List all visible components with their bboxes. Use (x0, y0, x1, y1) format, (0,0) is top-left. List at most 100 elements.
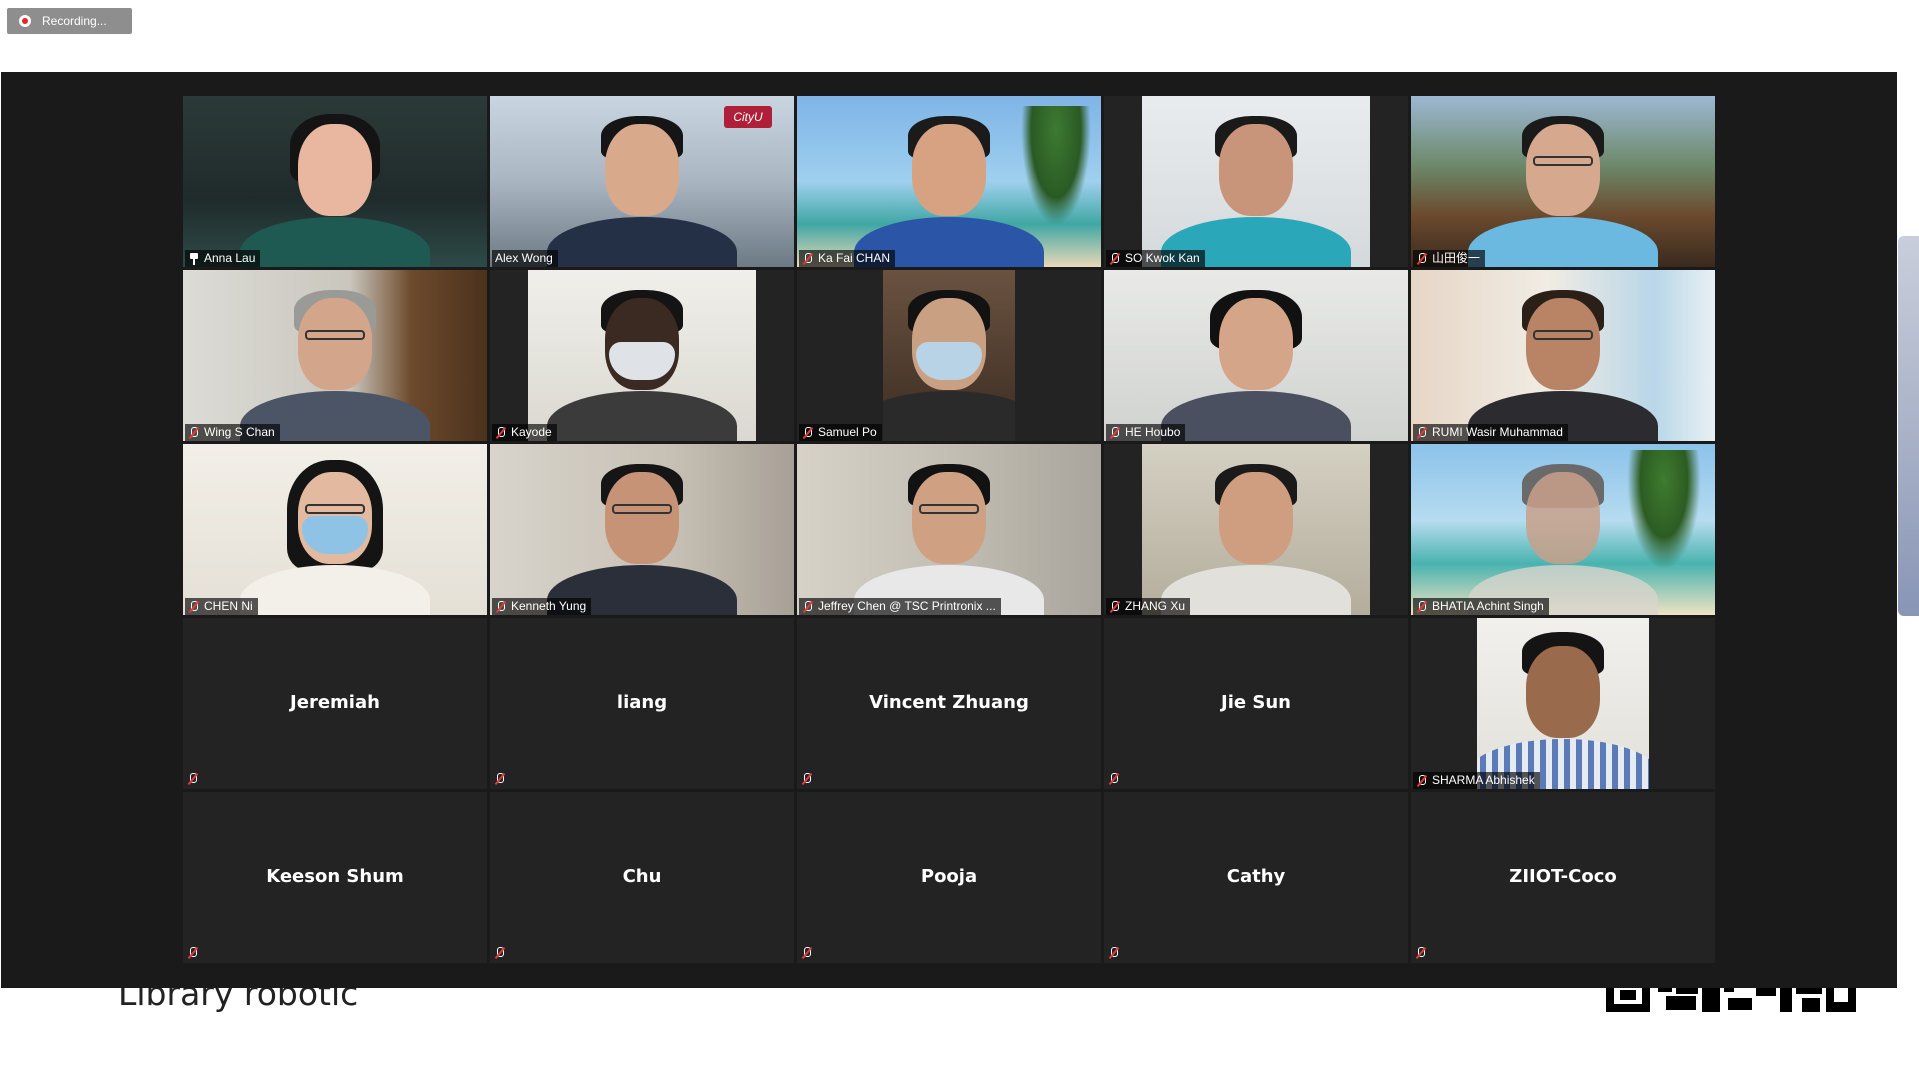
mic-muted-icon (495, 600, 507, 613)
participant-tile[interactable]: Ka Fai CHAN (797, 96, 1101, 267)
mic-muted-icon (801, 773, 813, 785)
participant-tile[interactable]: Pooja (797, 792, 1101, 963)
participant-name-tag: Ka Fai CHAN (799, 250, 896, 267)
participant-video (1477, 618, 1649, 789)
participant-name: Ka Fai CHAN (818, 251, 891, 265)
participant-video (1411, 270, 1715, 441)
participant-name: CHEN Ni (204, 599, 253, 613)
mic-muted-icon (1109, 600, 1121, 613)
mic-muted-icon (801, 947, 813, 959)
participant-tile[interactable]: liang (490, 618, 794, 789)
mic-muted-icon (1109, 426, 1121, 439)
participant-video (1142, 96, 1370, 267)
participant-video: CityU (490, 96, 794, 267)
participant-video (1411, 96, 1715, 267)
participant-video (883, 270, 1015, 441)
participant-name: Wing S Chan (204, 425, 275, 439)
recording-label: Recording... (42, 14, 107, 28)
participant-display-name: liang (616, 692, 668, 713)
participant-name-tag: ZHANG Xu (1106, 598, 1191, 615)
participant-name-tag: CHEN Ni (185, 598, 258, 615)
participant-tile[interactable]: Anna Lau (183, 96, 487, 267)
participant-name-tag: SHARMA Abhishek (1413, 772, 1540, 789)
participant-name: BHATIA Achint Singh (1432, 599, 1544, 613)
participant-tile[interactable]: CHEN Ni (183, 444, 487, 615)
participant-tile[interactable]: Jeffrey Chen @ TSC Printronix ... (797, 444, 1101, 615)
participant-name: Anna Lau (204, 251, 256, 265)
participant-tile[interactable]: Chu (490, 792, 794, 963)
mic-muted-icon (1108, 773, 1120, 785)
participant-video (1142, 444, 1370, 615)
cityu-logo: CityU (724, 106, 772, 128)
participant-name-tag: BHATIA Achint Singh (1413, 598, 1549, 615)
participant-tile[interactable]: Kenneth Yung (490, 444, 794, 615)
participant-name: HE Houbo (1125, 425, 1181, 439)
participant-tile[interactable]: Cathy (1104, 792, 1408, 963)
participant-tile[interactable]: SO Kwok Kan (1104, 96, 1408, 267)
participant-display-name: Pooja (920, 866, 978, 887)
participant-display-name: Keeson Shum (266, 866, 404, 887)
participant-grid: Anna Lau CityU Alex Wong Ka Fai CHAN SO … (183, 96, 1717, 963)
mic-muted-icon (494, 947, 506, 959)
participant-name: SO Kwok Kan (1125, 251, 1200, 265)
participant-video (183, 96, 487, 267)
participant-name-tag: Jeffrey Chen @ TSC Printronix ... (799, 598, 1001, 615)
mic-muted-icon (802, 600, 814, 613)
mic-muted-icon (187, 947, 199, 959)
mic-muted-icon (802, 252, 814, 265)
participant-video (183, 270, 487, 441)
mic-muted-icon (1415, 947, 1427, 959)
participant-tile[interactable]: BHATIA Achint Singh (1411, 444, 1715, 615)
participant-tile[interactable]: Wing S Chan (183, 270, 487, 441)
mic-muted-icon (188, 600, 200, 613)
mic-muted-icon (1416, 774, 1428, 787)
participant-tile[interactable]: Jeremiah (183, 618, 487, 789)
mic-muted-icon (1416, 600, 1428, 613)
participant-tile[interactable]: SHARMA Abhishek (1411, 618, 1715, 789)
recording-indicator[interactable]: Recording... (7, 8, 132, 34)
participant-video (528, 270, 756, 441)
participant-tile[interactable]: RUMI Wasir Muhammad (1411, 270, 1715, 441)
participant-tile[interactable]: ZHANG Xu (1104, 444, 1408, 615)
participant-video (797, 96, 1101, 267)
participant-video (1411, 444, 1715, 615)
participant-name: RUMI Wasir Muhammad (1432, 425, 1563, 439)
record-icon (19, 15, 31, 27)
mic-muted-icon (495, 426, 507, 439)
participant-name: Kayode (511, 425, 552, 439)
participant-tile[interactable]: Vincent Zhuang (797, 618, 1101, 789)
mic-muted-icon (187, 773, 199, 785)
mic-muted-icon (1108, 947, 1120, 959)
participant-display-name: Vincent Zhuang (869, 692, 1029, 713)
mic-muted-icon (188, 426, 200, 439)
participant-tile[interactable]: Jie Sun (1104, 618, 1408, 789)
slide-side-decoration (1898, 236, 1919, 616)
gallery-view-panel: Anna Lau CityU Alex Wong Ka Fai CHAN SO … (1, 72, 1897, 988)
participant-tile[interactable]: 山田俊一 (1411, 96, 1715, 267)
participant-name-tag: SO Kwok Kan (1106, 250, 1205, 267)
participant-name-tag: 山田俊一 (1413, 250, 1486, 267)
participant-name-tag: Alex Wong (492, 250, 558, 267)
participant-video (183, 444, 487, 615)
participant-tile[interactable]: ZIIOT-Coco (1411, 792, 1715, 963)
participant-tile[interactable]: HE Houbo (1104, 270, 1408, 441)
participant-name: Alex Wong (495, 251, 553, 265)
participant-tile[interactable]: CityU Alex Wong (490, 96, 794, 267)
participant-video (490, 444, 794, 615)
participant-name-tag: Anna Lau (185, 250, 261, 267)
participant-name: Kenneth Yung (511, 599, 587, 613)
participant-name: Jeffrey Chen @ TSC Printronix ... (818, 599, 996, 613)
participant-video (797, 444, 1101, 615)
participant-display-name: Cathy (1226, 866, 1286, 887)
participant-name-tag: Samuel Po (799, 424, 882, 441)
mic-muted-icon (1416, 426, 1428, 439)
participant-name: Samuel Po (818, 425, 877, 439)
participant-video (1104, 270, 1408, 441)
participant-tile[interactable]: Kayode (490, 270, 794, 441)
mic-muted-icon (1416, 252, 1428, 265)
participant-tile[interactable]: Samuel Po (797, 270, 1101, 441)
participant-name: SHARMA Abhishek (1432, 773, 1535, 787)
participant-tile[interactable]: Keeson Shum (183, 792, 487, 963)
pin-icon (188, 252, 200, 265)
mic-muted-icon (802, 426, 814, 439)
